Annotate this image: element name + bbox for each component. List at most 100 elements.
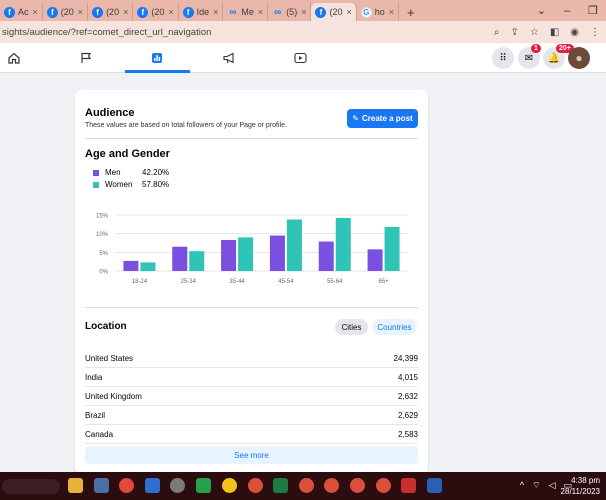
facebook-icon: f xyxy=(92,6,104,18)
grid-icon: ⠿ xyxy=(499,52,507,64)
settings-gear-icon[interactable] xyxy=(170,478,185,493)
bar-men xyxy=(123,260,139,271)
url-text[interactable]: sights/audience/?ref=comet_direct_url_na… xyxy=(0,27,211,38)
chrome-icon[interactable] xyxy=(299,478,314,493)
legend-women: Women 57.80% xyxy=(93,180,169,189)
insights-bar-chart-icon[interactable] xyxy=(151,52,163,64)
legend-men-pct: 42.20% xyxy=(142,168,170,177)
tab-countries[interactable]: Countries xyxy=(372,319,417,335)
video-icon[interactable] xyxy=(294,52,307,64)
location-row: Brazil 2,629 xyxy=(85,406,418,425)
app-icon[interactable] xyxy=(222,478,237,493)
browser-tab[interactable]: f (20 × xyxy=(311,3,357,21)
file-explorer-icon[interactable] xyxy=(68,478,83,493)
close-tab-icon[interactable]: × xyxy=(213,7,218,17)
bar-women xyxy=(286,219,302,271)
pdf-icon[interactable] xyxy=(401,478,416,493)
bar-women xyxy=(140,262,156,271)
facebook-icon: f xyxy=(4,6,15,18)
close-tab-icon[interactable]: × xyxy=(123,7,128,17)
window-controls: ⌄ – ❐ xyxy=(537,0,606,21)
facebook-icon: f xyxy=(182,6,194,18)
clock-time: 4:38 pm xyxy=(571,476,600,485)
close-tab-icon[interactable]: × xyxy=(258,7,263,17)
home-icon[interactable] xyxy=(8,52,20,64)
bookmark-star-icon[interactable]: ☆ xyxy=(530,27,539,38)
app-icon[interactable] xyxy=(94,478,109,493)
close-tab-icon[interactable]: × xyxy=(168,7,173,17)
taskbar-search[interactable] xyxy=(2,479,60,494)
tab-title: Me xyxy=(241,7,254,17)
menu-icon[interactable]: ⋮ xyxy=(590,27,600,38)
zoom-icon[interactable]: ⌕ xyxy=(494,27,500,38)
location-row: United States 24,399 xyxy=(85,349,418,368)
location-row: India 4,015 xyxy=(85,368,418,387)
word-icon[interactable] xyxy=(427,478,442,493)
close-tab-icon[interactable]: × xyxy=(301,7,306,17)
bar-men xyxy=(318,241,334,271)
tab-title: (20 xyxy=(329,7,343,17)
location-name: United Kingdom xyxy=(85,391,142,401)
create-post-label: Create a post xyxy=(362,114,413,123)
legend-women-pct: 57.80% xyxy=(142,180,170,189)
apps-grid-button[interactable]: ⠿ xyxy=(492,47,514,69)
location-count: 4,015 xyxy=(397,372,418,382)
chrome-icon[interactable] xyxy=(324,478,339,493)
chrome-icon[interactable] xyxy=(376,478,391,493)
tab-cities[interactable]: Cities xyxy=(335,319,368,335)
profile-icon[interactable]: ◉ xyxy=(570,27,579,38)
avatar[interactable]: ● xyxy=(568,47,590,69)
app-icon[interactable] xyxy=(196,478,211,493)
chrome-icon[interactable] xyxy=(119,478,134,493)
create-post-button[interactable]: ✎ Create a post xyxy=(347,109,418,128)
address-bar-actions: ⌕ ⇪ ☆ ◧ ◉ ⋮ xyxy=(494,21,600,43)
facebook-icon: f xyxy=(137,6,149,18)
minimize-icon[interactable]: – xyxy=(564,5,570,17)
chrome-icon[interactable] xyxy=(248,478,263,493)
flag-icon[interactable] xyxy=(80,52,92,64)
close-tab-icon[interactable]: × xyxy=(33,7,38,17)
browser-tab[interactable]: f Ide × xyxy=(179,3,224,21)
tab-title: (20 xyxy=(60,7,74,17)
sidebar-icon[interactable]: ◧ xyxy=(550,27,559,38)
meta-icon: ∞ xyxy=(274,6,282,18)
maximize-icon[interactable]: ❐ xyxy=(588,4,598,17)
men-swatch xyxy=(93,169,99,176)
tab-search-icon[interactable]: ⌄ xyxy=(537,4,546,17)
location-count: 2,583 xyxy=(397,429,418,439)
wifi-icon[interactable]: ⌔ xyxy=(532,480,540,491)
close-tab-icon[interactable]: × xyxy=(346,7,351,17)
divider xyxy=(85,138,418,139)
age-gender-bar-chart: 15% 10% 5% 0% 18-24 25-34 35-44 45-54 55-64 65+ xyxy=(96,214,408,285)
see-more-button[interactable]: See more xyxy=(85,446,418,464)
browser-tab[interactable]: f (20 × xyxy=(133,3,179,21)
audience-subtitle: These values are based on total follower… xyxy=(85,122,287,129)
close-tab-icon[interactable]: × xyxy=(78,7,83,17)
chevron-up-icon[interactable]: ^ xyxy=(520,480,524,491)
new-tab-button[interactable]: + xyxy=(407,3,415,21)
address-bar[interactable]: sights/audience/?ref=comet_direct_url_na… xyxy=(0,21,606,43)
facebook-icon: f xyxy=(46,6,58,18)
y-tick-label: 0% xyxy=(99,270,108,276)
calculator-icon[interactable] xyxy=(145,478,160,493)
meta-icon: ∞ xyxy=(229,6,237,18)
share-icon[interactable]: ⇪ xyxy=(510,27,518,38)
browser-tab[interactable]: ∞ Me × xyxy=(223,3,269,21)
chrome-icon[interactable] xyxy=(350,478,365,493)
close-tab-icon[interactable]: × xyxy=(389,7,394,17)
audience-card: Audience These values are based on total… xyxy=(75,90,428,474)
location-name: Canada xyxy=(85,429,114,439)
x-tick-label: 45-54 xyxy=(278,279,294,285)
browser-tab[interactable]: f (20 × xyxy=(88,3,134,21)
browser-tab[interactable]: ∞ (5) × xyxy=(268,3,312,21)
bell-icon: 🔔 xyxy=(547,52,561,64)
legend-men: Men 42.20% xyxy=(93,168,169,177)
browser-tab[interactable]: f Ac × xyxy=(0,3,43,21)
megaphone-icon[interactable] xyxy=(223,52,236,64)
browser-tab[interactable]: Gho × xyxy=(357,3,400,21)
profile-avatar-icon: ● xyxy=(575,51,583,65)
clock[interactable]: 4:38 pm 28/11/2023 xyxy=(554,475,600,497)
excel-icon[interactable] xyxy=(273,478,288,493)
browser-tab[interactable]: f (20 × xyxy=(43,3,89,21)
bar-women xyxy=(335,217,351,271)
